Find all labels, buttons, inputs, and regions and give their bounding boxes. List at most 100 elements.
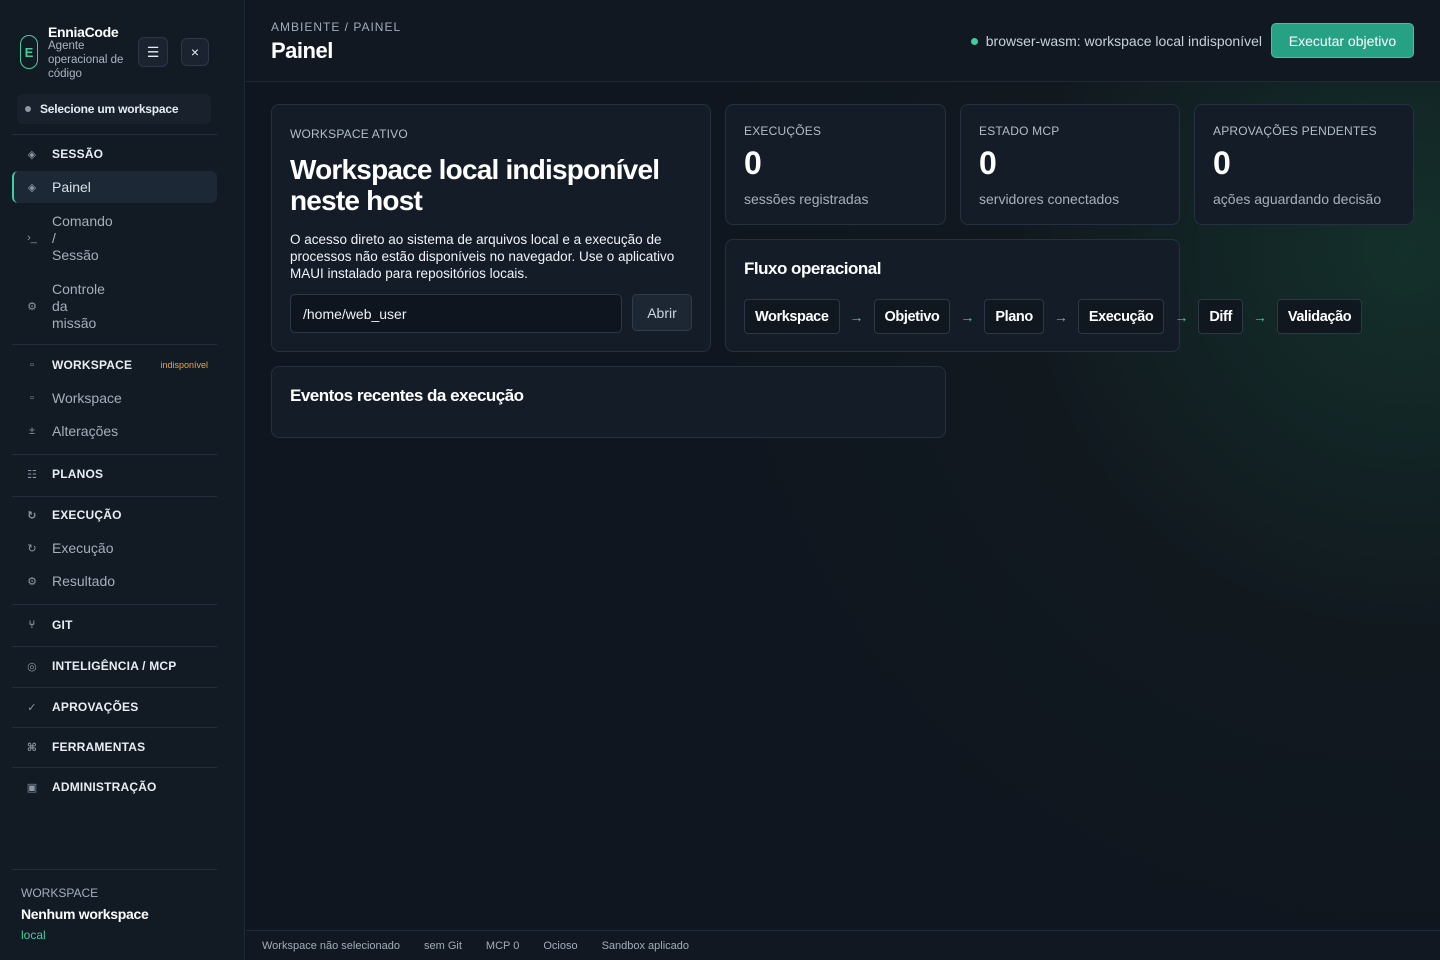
arrow-right-icon: → — [849, 308, 864, 325]
section-sessao[interactable]: ◈ SESSÃO — [12, 139, 217, 169]
footer-workspace-label: WORKSPACE — [21, 886, 99, 900]
sidebar-item-controle-missao[interactable]: ⚙ Controle da missão — [12, 278, 217, 334]
gear-icon: ⚙ — [27, 575, 37, 588]
events-title: Eventos recentes da execução — [290, 386, 524, 405]
branch-icon: ⑂ — [28, 619, 36, 631]
sidebar-item-painel-label: Painel — [52, 179, 91, 195]
flow-steps: Workspace → Objetivo → Plano → Execução … — [744, 299, 1363, 334]
stat-label: ESTADO MCP — [979, 124, 1060, 138]
sidebar-item-execucao[interactable]: ↻ Execução — [12, 533, 217, 563]
divider — [12, 687, 217, 688]
section-execucao[interactable]: ↻ EXECUÇÃO — [12, 500, 217, 530]
main-content: AMBIENTE / PAINEL Painel browser-wasm: w… — [246, 0, 1440, 960]
open-workspace-button[interactable]: Abrir — [632, 294, 692, 331]
sidebar-item-workspace[interactable]: ▫ Workspace — [12, 383, 217, 413]
stat-value: 0 — [1213, 145, 1231, 181]
terminal-icon: ›_ — [27, 232, 37, 244]
sidebar-item-comando-label: Comando / Sessão — [52, 213, 113, 264]
section-workspace[interactable]: ▫ WORKSPACE indisponível — [12, 350, 217, 380]
section-workspace-label: WORKSPACE — [52, 358, 133, 372]
stat-sub: sessões registradas — [744, 191, 869, 207]
flow-step: Objetivo — [873, 299, 951, 334]
status-dot-icon — [25, 106, 31, 112]
sidebar-item-controle-label: Controle da missão — [52, 281, 105, 332]
plus-minus-icon: ± — [28, 425, 36, 437]
sidebar-item-workspace-label: Workspace — [52, 390, 122, 406]
statusbar: Workspace não selecionado sem Git MCP 0 … — [246, 930, 1440, 960]
section-aprovacoes-label: APROVAÇÕES — [52, 700, 139, 714]
arrow-right-icon: → — [1252, 308, 1267, 325]
divider — [12, 727, 217, 728]
arrow-right-icon: → — [960, 308, 975, 325]
status-badge: indisponível — [160, 360, 208, 370]
environment-status: browser-wasm: workspace local indisponív… — [970, 33, 1262, 49]
refresh-icon: ↻ — [27, 542, 37, 555]
footer-workspace-sub: local — [21, 928, 46, 942]
app-tagline: Agente operacional de código — [48, 40, 124, 80]
box-icon: ▣ — [26, 781, 38, 794]
section-administracao-label: ADMINISTRAÇÃO — [52, 780, 157, 794]
label-line: Controle — [52, 280, 105, 297]
list-icon: ☷ — [26, 468, 38, 481]
section-aprovacoes[interactable]: ✓ APROVAÇÕES — [12, 692, 217, 722]
close-sidebar-button[interactable]: × — [181, 38, 209, 66]
section-planos[interactable]: ☷ PLANOS — [12, 459, 217, 489]
section-execucao-label: EXECUÇÃO — [52, 508, 122, 522]
stat-value: 0 — [979, 145, 997, 181]
breadcrumb: AMBIENTE / PAINEL — [271, 20, 402, 34]
flow-title: Fluxo operacional — [744, 259, 881, 278]
section-git-label: GIT — [52, 618, 73, 632]
divider — [12, 604, 217, 605]
divider — [12, 767, 217, 768]
flow-step: Workspace — [744, 299, 840, 334]
sidebar-item-painel[interactable]: ◈ Painel — [12, 171, 217, 203]
stat-card-execucoes: EXECUÇÕES 0 sessões registradas — [725, 104, 946, 225]
section-inteligencia-mcp[interactable]: ◎ INTELIGÊNCIA / MCP — [12, 651, 217, 681]
sidebar-item-resultado-label: Resultado — [52, 573, 116, 589]
divider — [12, 134, 217, 135]
label-line: da — [52, 297, 68, 314]
flow-card: Fluxo operacional Workspace → Objetivo →… — [725, 239, 1363, 352]
workspace-card: WORKSPACE ATIVO Workspace local indispon… — [271, 104, 711, 352]
workspace-path-input[interactable] — [290, 294, 622, 333]
sidebar-item-alteracoes-label: Alterações — [52, 423, 119, 439]
sidebar-item-alteracoes[interactable]: ± Alterações — [12, 416, 217, 446]
section-sessao-label: SESSÃO — [52, 147, 104, 161]
divider — [12, 869, 217, 870]
close-icon: × — [190, 44, 200, 60]
stat-card-estado-mcp: ESTADO MCP 0 servidores conectados — [960, 104, 1180, 225]
command-icon: ⌘ — [26, 741, 38, 754]
divider — [12, 344, 217, 345]
target-icon: ◎ — [27, 660, 37, 673]
topbar: AMBIENTE / PAINEL Painel browser-wasm: w… — [246, 0, 1440, 82]
label-line: missão — [52, 314, 97, 331]
sidebar-item-comando-sessao[interactable]: ›_ Comando / Sessão — [12, 210, 217, 266]
stat-sub: ações aguardando decisão — [1213, 191, 1382, 207]
statusbar-state: Ocioso — [543, 939, 578, 952]
section-ferramentas[interactable]: ⌘ FERRAMENTAS — [12, 732, 217, 762]
arrow-right-icon: → — [1174, 308, 1189, 325]
statusbar-sandbox: Sandbox aplicado — [601, 939, 690, 952]
arrow-right-icon: → — [1053, 308, 1068, 325]
refresh-icon: ↻ — [27, 509, 37, 522]
menu-button[interactable]: ☰ — [138, 37, 168, 67]
flow-step: Execução — [1077, 299, 1165, 334]
menu-icon: ☰ — [146, 43, 160, 60]
workspace-card-description: O acesso direto ao sistema de arquivos l… — [290, 232, 675, 281]
diamond-icon: ◈ — [27, 181, 37, 194]
check-icon: ✓ — [27, 701, 37, 714]
app-name: EnniaCode — [48, 24, 119, 40]
workspace-card-title: Workspace local indisponível neste host — [290, 154, 660, 216]
section-inteligencia-label: INTELIGÊNCIA / MCP — [52, 659, 177, 673]
page-title: Painel — [271, 38, 333, 63]
divider — [12, 646, 217, 647]
workspace-selector[interactable]: Selecione um workspace — [17, 94, 211, 124]
sidebar-item-resultado[interactable]: ⚙ Resultado — [12, 566, 217, 596]
label-line: / — [52, 229, 56, 246]
divider — [12, 496, 217, 497]
label-line: Sessão — [52, 246, 99, 263]
section-administracao[interactable]: ▣ ADMINISTRAÇÃO — [12, 772, 217, 802]
run-objective-button[interactable]: Executar objetivo — [1271, 23, 1414, 58]
section-git[interactable]: ⑂ GIT — [12, 610, 217, 640]
statusbar-workspace: Workspace não selecionado — [262, 939, 400, 952]
